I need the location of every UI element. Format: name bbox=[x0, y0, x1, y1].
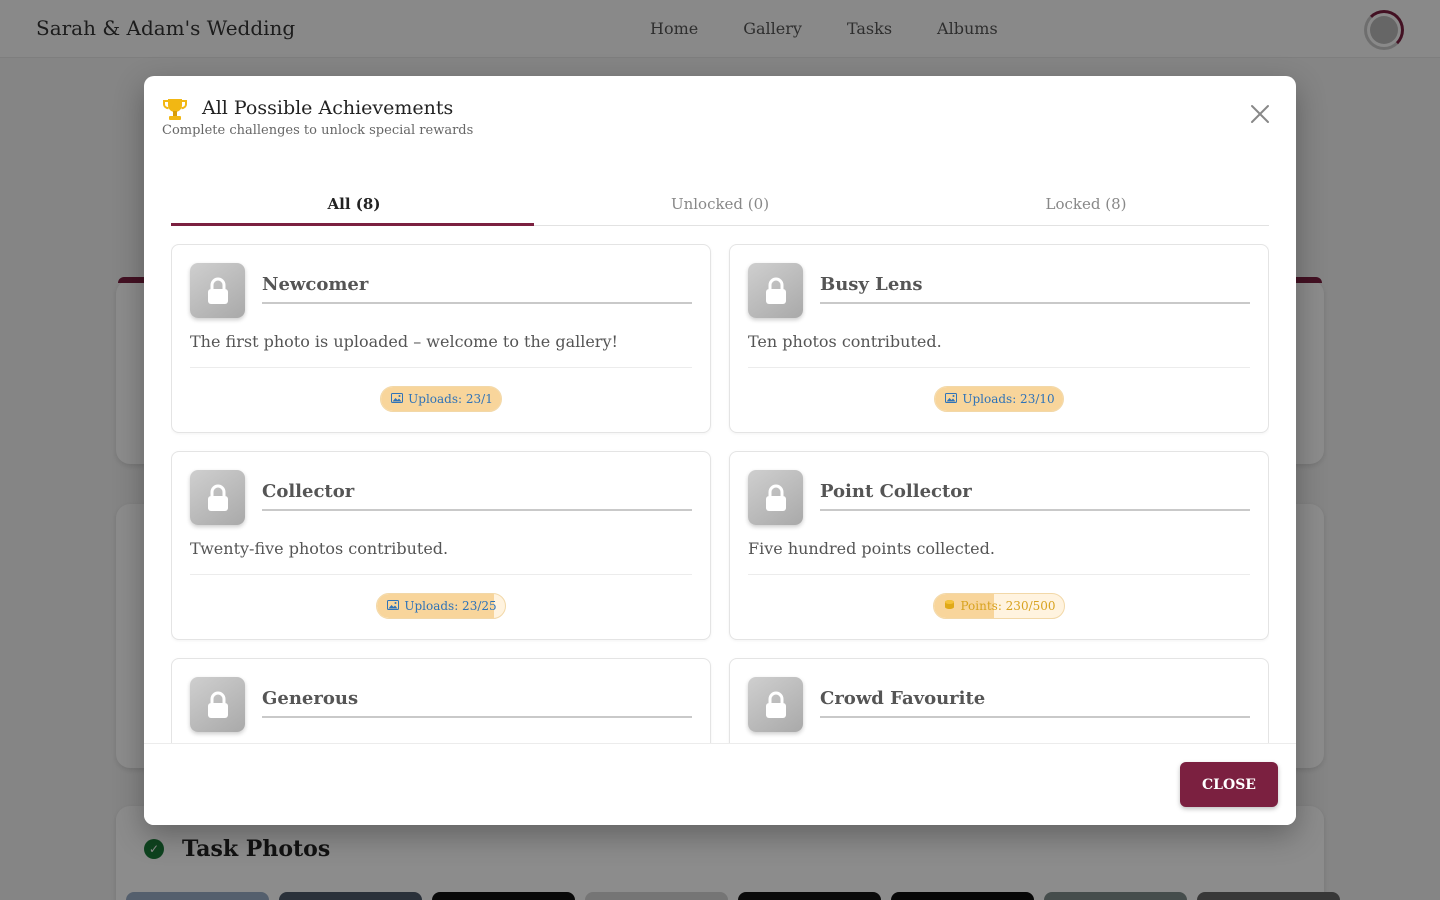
progress-label: Uploads: 23/25 bbox=[404, 599, 497, 613]
achievement-title: Crowd Favourite bbox=[820, 688, 986, 709]
coins-icon bbox=[944, 599, 955, 613]
tab-all[interactable]: All (8) bbox=[171, 188, 537, 225]
description-divider bbox=[748, 574, 1250, 575]
achievement-description: The first photo is uploaded – welcome to… bbox=[190, 332, 618, 351]
progress-content: Points: 230/500 bbox=[944, 599, 1056, 613]
progress-label: Points: 230/500 bbox=[960, 599, 1056, 613]
progress-pill: Uploads: 23/1 bbox=[380, 386, 502, 412]
achievement-description: Twenty-five photos contributed. bbox=[190, 539, 449, 558]
progress-content: Uploads: 23/1 bbox=[391, 392, 493, 406]
title-divider bbox=[820, 302, 1250, 304]
description-divider bbox=[190, 367, 692, 368]
title-divider bbox=[820, 716, 1250, 718]
photo-icon bbox=[391, 392, 404, 406]
progress-pill: Points: 230/500 bbox=[933, 593, 1065, 619]
tab-unlocked[interactable]: Unlocked (0) bbox=[537, 188, 903, 225]
achievement-list[interactable]: Newcomer The first photo is uploaded – w… bbox=[171, 244, 1269, 743]
description-divider bbox=[748, 367, 1250, 368]
progress-content: Uploads: 23/10 bbox=[945, 392, 1055, 406]
progress-label: Uploads: 23/10 bbox=[962, 392, 1055, 406]
modal-subtitle: Complete challenges to unlock special re… bbox=[162, 123, 474, 138]
progress-wrap: Uploads: 23/25 bbox=[172, 593, 710, 619]
achievements-modal: All Possible Achievements Complete chall… bbox=[144, 76, 1296, 825]
progress-label: Uploads: 23/1 bbox=[408, 392, 493, 406]
modal-title: All Possible Achievements bbox=[202, 97, 454, 119]
achievement-tabs: All (8) Unlocked (0) Locked (8) bbox=[171, 188, 1269, 226]
achievement-grid: Newcomer The first photo is uploaded – w… bbox=[171, 244, 1269, 743]
achievement-card-3[interactable]: Collector Twenty-five photos contributed… bbox=[171, 451, 711, 640]
photo-icon bbox=[387, 599, 400, 613]
achievement-title: Generous bbox=[262, 688, 359, 709]
lock-icon bbox=[748, 470, 803, 525]
tab-locked[interactable]: Locked (8) bbox=[903, 188, 1269, 225]
lock-icon bbox=[190, 470, 245, 525]
lock-icon bbox=[748, 263, 803, 318]
achievement-card-5[interactable]: Generous bbox=[171, 658, 711, 743]
achievement-description: Five hundred points collected. bbox=[748, 539, 995, 558]
lock-icon bbox=[748, 677, 803, 732]
lock-icon bbox=[190, 263, 245, 318]
achievement-card-2[interactable]: Busy Lens Ten photos contributed. Upload… bbox=[729, 244, 1269, 433]
title-divider bbox=[820, 509, 1250, 511]
close-icon[interactable] bbox=[1248, 102, 1272, 126]
photo-icon bbox=[945, 392, 958, 406]
progress-wrap: Uploads: 23/10 bbox=[730, 386, 1268, 412]
progress-pill: Uploads: 23/10 bbox=[934, 386, 1064, 412]
title-divider bbox=[262, 716, 692, 718]
title-divider bbox=[262, 302, 692, 304]
progress-pill: Uploads: 23/25 bbox=[376, 593, 506, 619]
achievement-card-4[interactable]: Point Collector Five hundred points coll… bbox=[729, 451, 1269, 640]
active-tab-indicator bbox=[171, 223, 534, 226]
progress-content: Uploads: 23/25 bbox=[387, 599, 497, 613]
progress-wrap: Uploads: 23/1 bbox=[172, 386, 710, 412]
description-divider bbox=[190, 574, 692, 575]
achievement-card-1[interactable]: Newcomer The first photo is uploaded – w… bbox=[171, 244, 711, 433]
modal-footer: CLOSE bbox=[144, 743, 1296, 825]
achievement-title: Collector bbox=[262, 481, 355, 502]
achievement-card-6[interactable]: Crowd Favourite bbox=[729, 658, 1269, 743]
achievement-title: Point Collector bbox=[820, 481, 972, 502]
achievement-title: Newcomer bbox=[262, 274, 369, 295]
close-button[interactable]: CLOSE bbox=[1180, 762, 1278, 807]
achievement-description: Ten photos contributed. bbox=[748, 332, 942, 351]
progress-wrap: Points: 230/500 bbox=[730, 593, 1268, 619]
title-divider bbox=[262, 509, 692, 511]
trophy-icon bbox=[163, 99, 187, 120]
lock-icon bbox=[190, 677, 245, 732]
achievement-title: Busy Lens bbox=[820, 274, 923, 295]
